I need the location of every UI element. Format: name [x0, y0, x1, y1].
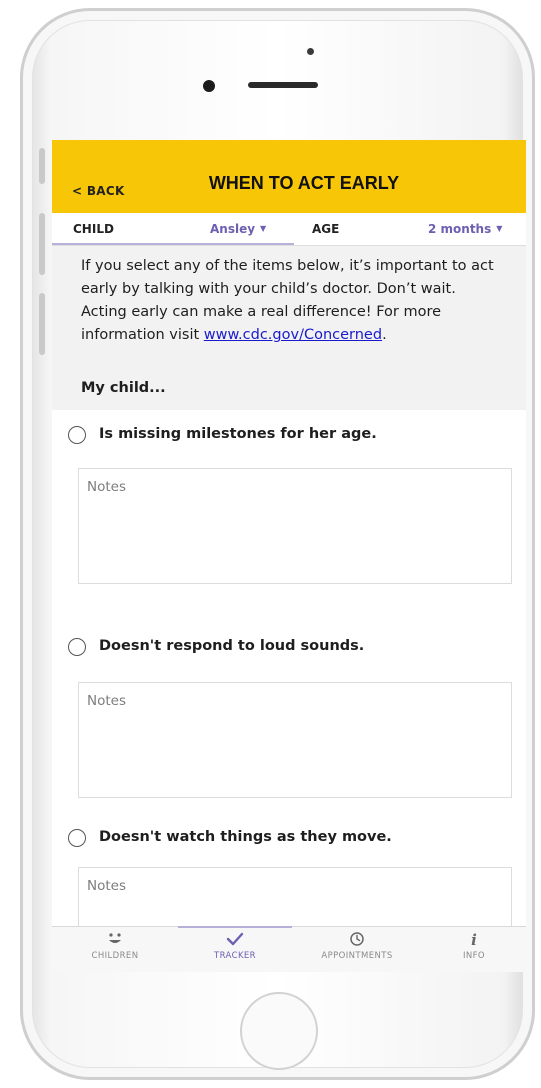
checklist-item: Is missing milestones for her age.: [52, 410, 526, 610]
notes-field[interactable]: [78, 468, 512, 584]
child-dropdown[interactable]: Ansley ▼: [210, 222, 266, 236]
section-heading: My child...: [81, 380, 166, 396]
tab-label: CHILDREN: [91, 951, 139, 961]
age-dropdown[interactable]: 2 months ▼: [428, 222, 502, 236]
item-label: Doesn't respond to loud sounds.: [99, 638, 365, 654]
front-camera-icon: [203, 80, 215, 92]
item-label: Doesn't watch things as they move.: [99, 829, 392, 845]
tab-label: APPOINTMENTS: [321, 951, 393, 961]
age-dropdown-value: 2 months: [428, 222, 492, 236]
item-label: Is missing milestones for her age.: [99, 426, 377, 442]
checklist-item: Doesn't watch things as they move.: [52, 800, 526, 947]
tab-info[interactable]: i INFO: [422, 927, 526, 972]
caret-down-icon: ▼: [496, 224, 503, 233]
mute-switch: [39, 148, 45, 184]
intro-section: If you select any of the items below, it…: [52, 246, 526, 410]
radio-button[interactable]: [68, 638, 86, 656]
tab-label: TRACKER: [213, 951, 256, 961]
age-label: AGE: [312, 222, 340, 236]
child-age-selector: CHILD Ansley ▼ AGE 2 months ▼: [52, 213, 526, 246]
volume-down-button: [39, 293, 45, 355]
earpiece-speaker: [248, 82, 318, 88]
volume-up-button: [39, 213, 45, 275]
checklist-item: Doesn't respond to loud sounds.: [52, 610, 526, 800]
clock-icon: [350, 932, 364, 946]
smiley-face-icon: [52, 931, 178, 949]
intro-text: If you select any of the items below, it…: [81, 255, 505, 347]
app-header: < BACK WHEN TO ACT EARLY: [52, 140, 526, 213]
child-label: CHILD: [73, 222, 114, 236]
checkmark-icon: [226, 932, 244, 946]
radio-button[interactable]: [68, 426, 86, 444]
tab-label: INFO: [462, 951, 486, 961]
clock-icon: [292, 931, 422, 949]
info-icon: i: [471, 931, 477, 949]
cdc-concerned-link[interactable]: www.cdc.gov/Concerned: [204, 327, 382, 343]
app-screen: < BACK WHEN TO ACT EARLY CHILD Ansley ▼ A…: [52, 140, 526, 972]
intro-end: .: [382, 327, 387, 343]
child-selector: CHILD Ansley ▼: [52, 213, 294, 245]
sensor-dot: [307, 48, 314, 55]
tab-appointments[interactable]: APPOINTMENTS: [292, 927, 422, 972]
tab-children[interactable]: CHILDREN: [52, 927, 178, 972]
page-title: WHEN TO ACT EARLY: [208, 173, 400, 193]
caret-down-icon: ▼: [260, 224, 267, 233]
home-button[interactable]: [240, 992, 318, 1070]
radio-button[interactable]: [68, 829, 86, 847]
checkmark-icon: [178, 931, 292, 949]
smiley-face-icon: [109, 933, 121, 943]
age-selector: AGE 2 months ▼: [294, 213, 526, 245]
tab-tracker[interactable]: TRACKER: [178, 927, 292, 972]
child-dropdown-value: Ansley: [210, 222, 256, 236]
notes-field[interactable]: [78, 682, 512, 798]
bottom-tab-bar: CHILDREN TRACKER APPOINTMENTS i INFO: [52, 926, 526, 972]
